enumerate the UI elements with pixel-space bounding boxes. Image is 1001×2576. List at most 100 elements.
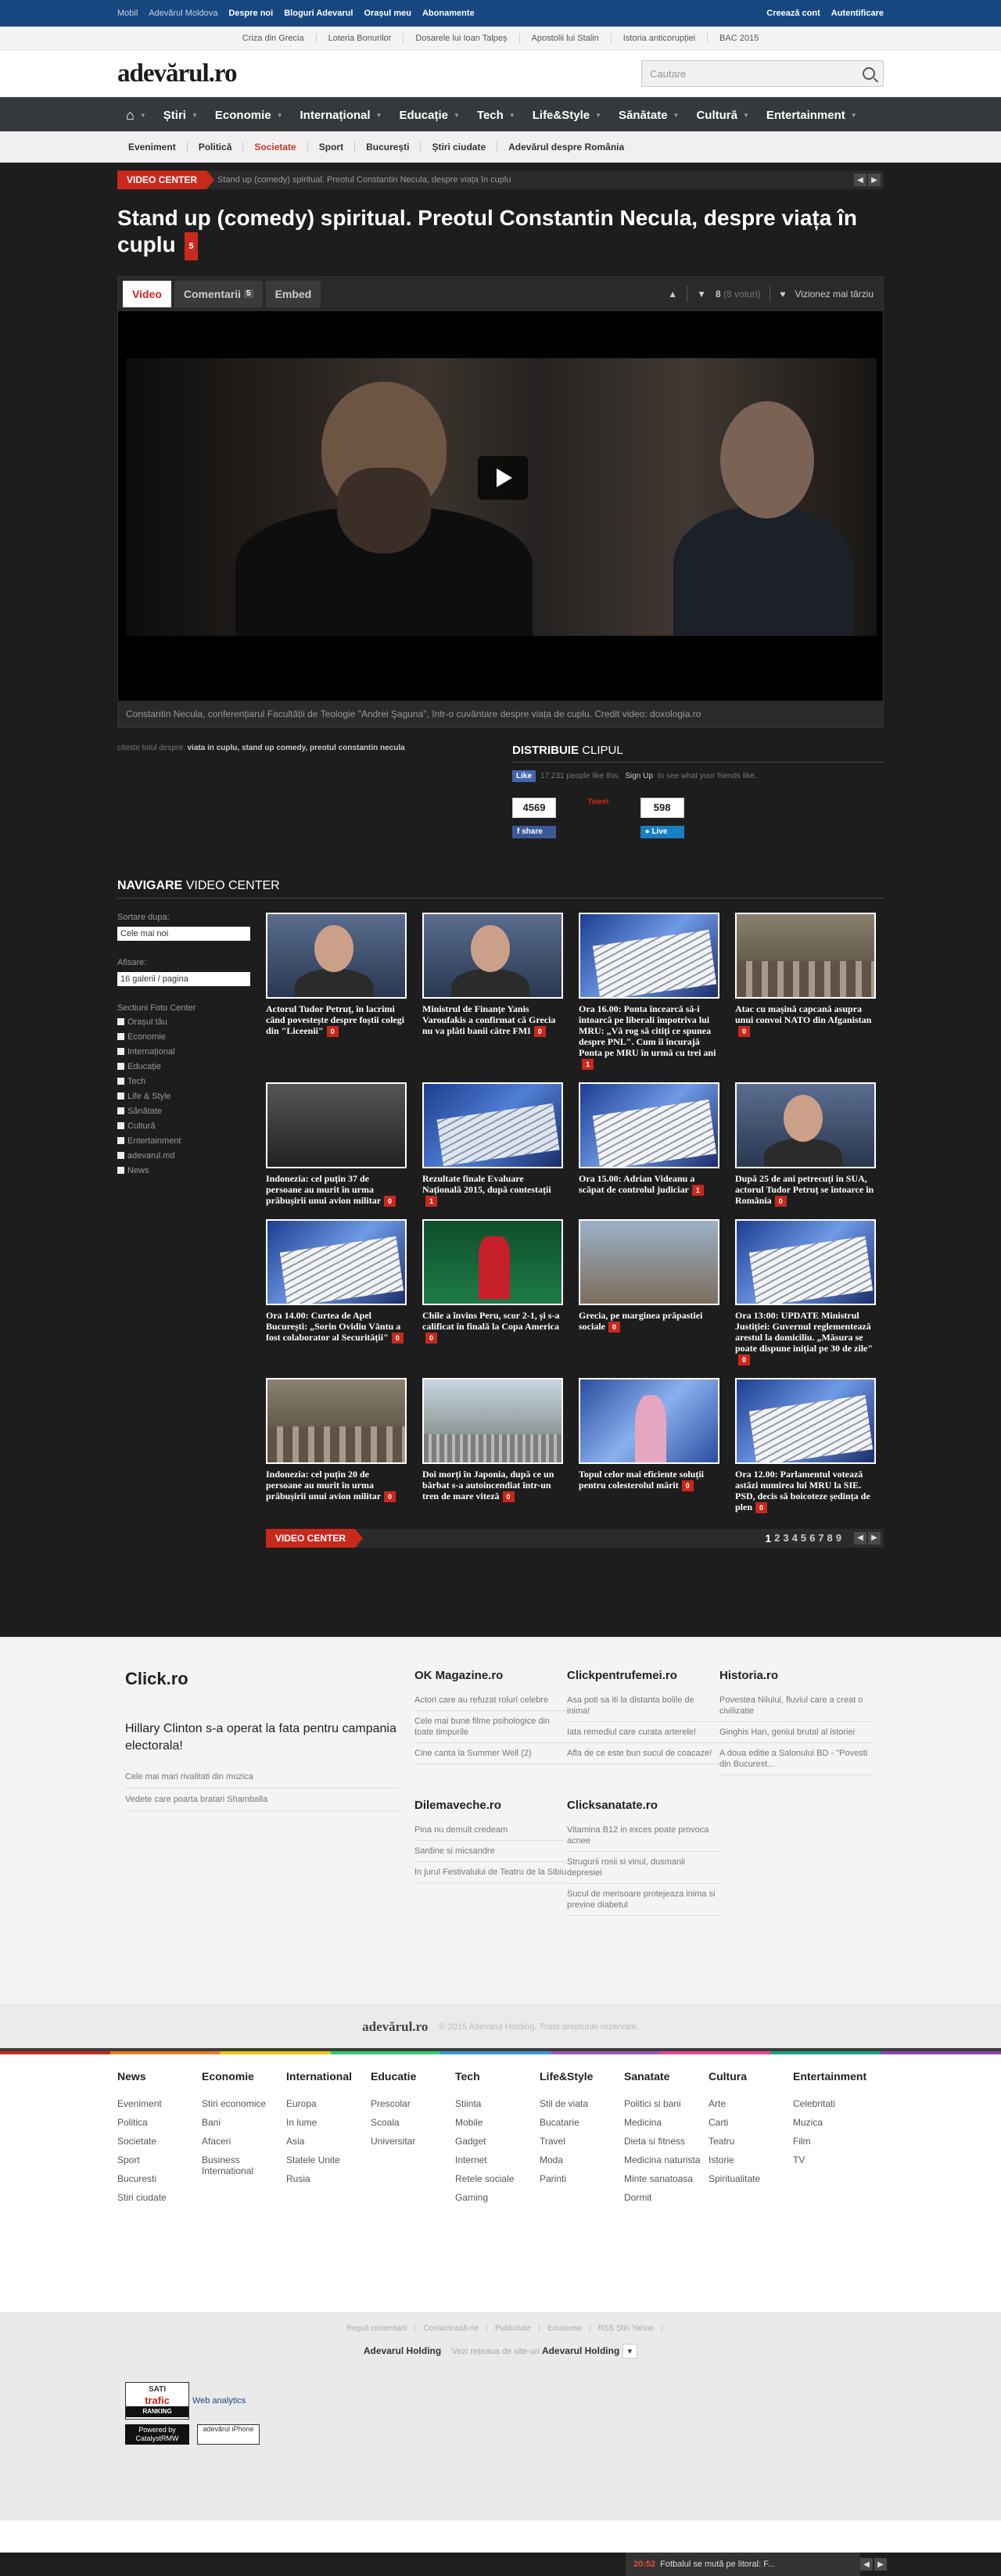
page-link[interactable]: 7 [818, 1532, 823, 1545]
checkbox[interactable] [117, 1078, 124, 1085]
video-center-label[interactable]: VIDEO CENTER [117, 170, 215, 189]
video-card[interactable]: După 25 de ani petrecuți în SUA, actorul… [735, 1082, 876, 1207]
sitemap-link[interactable]: Muzica [793, 2117, 877, 2128]
trending-link[interactable]: Loteria Bonurilor [317, 34, 404, 43]
checkbox[interactable] [117, 1137, 124, 1145]
fb-share-button[interactable]: f share [512, 825, 556, 838]
partner-link[interactable]: Sardine si micsandre [414, 1841, 567, 1862]
partner-link[interactable]: In jurul Festivalului de Teatru de la Si… [414, 1862, 567, 1883]
checkbox[interactable] [117, 1167, 124, 1175]
sitemap-link[interactable]: Parinti [540, 2173, 624, 2184]
sitemap-heading[interactable]: Economie [202, 2070, 286, 2083]
partner-site-title[interactable]: Historia.ro [719, 1669, 872, 1682]
partner-link[interactable]: Iata remediul care curata arterele! [567, 1722, 719, 1743]
video-thumbnail[interactable] [579, 1218, 719, 1305]
sitemap-link[interactable]: Bucatarie [540, 2117, 624, 2128]
heart-icon[interactable]: ♥ [780, 289, 785, 300]
video-thumbnail[interactable] [266, 1082, 407, 1168]
tags-list[interactable]: viata in cuplu, stand up comedy, preotul… [188, 744, 405, 752]
video-title[interactable]: Ora 13:00: UPDATE Ministrul Justiției: G… [735, 1310, 876, 1365]
video-card[interactable]: Topul celor mai eficiente soluții pentru… [579, 1377, 719, 1513]
video-thumbnail[interactable] [266, 1377, 407, 1464]
video-thumbnail[interactable] [422, 1082, 563, 1168]
video-card[interactable]: Doi morți în Japonia, după ce un bărbat … [422, 1377, 563, 1513]
sitemap-link[interactable]: Celebritati [793, 2098, 877, 2109]
nav-item[interactable]: Știri ▼ [155, 109, 206, 122]
video-card[interactable]: Grecia, pe marginea prăpastiei sociale 0 [579, 1218, 719, 1365]
live-share-button[interactable]: ● Live [640, 825, 684, 838]
checkbox[interactable] [117, 1018, 124, 1026]
sitemap-link[interactable]: Bucuresti [117, 2173, 202, 2184]
section-filter[interactable]: News [117, 1166, 250, 1175]
site-logo[interactable]: adevărul.ro [117, 59, 237, 88]
checkbox[interactable] [117, 1063, 124, 1071]
comment-count-badge[interactable]: 0 [738, 1025, 751, 1037]
partner-link[interactable]: Povestea Nilului, fluviul care a creat o… [719, 1690, 872, 1722]
video-thumbnail[interactable] [266, 1218, 407, 1305]
sitemap-link[interactable]: Arte [709, 2098, 793, 2109]
search-input[interactable]: Cautare [641, 60, 884, 87]
video-card[interactable]: Actorul Tudor Petruț, în lacrimi când po… [266, 912, 407, 1070]
page-link[interactable]: 9 [836, 1532, 841, 1545]
video-card[interactable]: Ora 12.00: Parlamentul votează astăzi nu… [735, 1377, 876, 1513]
video-title[interactable]: După 25 de ani petrecuți în SUA, actorul… [735, 1173, 876, 1207]
sitemap-link[interactable]: Rusia [286, 2173, 371, 2184]
video-title[interactable]: Indonezia: cel puțin 20 de persoane au m… [266, 1469, 407, 1502]
sitemap-link[interactable]: Sport [117, 2154, 202, 2165]
sitemap-link[interactable]: Mobile [455, 2117, 540, 2128]
sitemap-link[interactable]: Stiri economice [202, 2098, 286, 2109]
section-filter[interactable]: Orașul tău [117, 1017, 250, 1027]
video-title[interactable]: Actorul Tudor Petruț, în lacrimi când po… [266, 1003, 407, 1037]
video-thumbnail[interactable] [735, 1082, 876, 1168]
prev-arrow-icon[interactable]: ◀ [854, 174, 866, 186]
thumbs-down-icon[interactable]: ▼ [697, 289, 706, 300]
footer-link[interactable]: Ecuscrew [540, 2324, 590, 2333]
video-title[interactable]: Ora 14.00: Curtea de Apel București: „So… [266, 1310, 407, 1344]
sitemap-heading[interactable]: Sanatate [624, 2070, 709, 2083]
nav-item[interactable]: Sănătate ▼ [610, 109, 687, 122]
subnav-item[interactable]: Adevărul despre România [497, 142, 635, 152]
sitemap-link[interactable]: In lume [286, 2117, 371, 2128]
subnav-item[interactable]: Eveniment [117, 142, 188, 152]
video-title[interactable]: Ora 15.00: Adrian Videanu a scăpat de co… [579, 1173, 719, 1196]
fb-like-button[interactable]: Like [512, 770, 536, 782]
trending-link[interactable]: Dosarele lui Ioan Talpeș [404, 34, 520, 43]
video-title[interactable]: Indonezia: cel puțin 37 de persoane au m… [266, 1173, 407, 1207]
checkbox[interactable] [117, 1122, 124, 1130]
video-card[interactable]: Atac cu mașină capcană asupra unui convo… [735, 912, 876, 1070]
checkbox[interactable] [117, 1107, 124, 1115]
subnav-item[interactable]: Știri ciudate [421, 142, 498, 152]
abonamente-link[interactable]: Abonamente [422, 9, 475, 18]
nav-item[interactable]: Internațional ▼ [292, 109, 391, 122]
sitemap-link[interactable]: Business International [202, 2154, 286, 2176]
partner-link[interactable]: Cine canta la Summer Well (2) [414, 1743, 567, 1764]
sitemap-link[interactable]: Asia [286, 2136, 371, 2147]
video-card[interactable]: Ministrul de Finanțe Yanis Varoufakis a … [422, 912, 563, 1070]
partner-link[interactable]: Asa poti sa iti la distanta bolile de in… [567, 1690, 719, 1722]
video-title[interactable]: Topul celor mai eficiente soluții pentru… [579, 1469, 719, 1491]
sitemap-link[interactable]: Gadget [455, 2136, 540, 2147]
create-account-link[interactable]: Creează cont [766, 9, 820, 18]
sitemap-link[interactable]: Stiri ciudate [117, 2192, 202, 2203]
page-link[interactable]: 8 [827, 1532, 833, 1545]
partner-link[interactable]: A doua editie a Salonului BD - "Povesti … [719, 1743, 872, 1775]
sitemap-link[interactable]: Europa [286, 2098, 371, 2109]
footer-link[interactable]: Publicitate [487, 2324, 540, 2333]
video-thumbnail[interactable] [579, 912, 719, 999]
trending-link[interactable]: Criza din Grecia [231, 34, 317, 43]
holding-select[interactable]: ▾ [622, 2344, 638, 2359]
sitemap-link[interactable]: Bani [202, 2117, 286, 2128]
nav-item[interactable]: Economie ▼ [206, 109, 292, 122]
checkbox[interactable] [117, 1092, 124, 1100]
video-thumbnail[interactable] [422, 1218, 563, 1305]
sitemap-link[interactable]: Spiritualitate [709, 2173, 793, 2184]
partner-site-title[interactable]: Click.ro [125, 1669, 399, 1689]
catalyst-badge[interactable]: Powered by CatalystRMW [125, 2424, 189, 2445]
comment-count-badge[interactable]: 0 [384, 1195, 396, 1207]
comment-count-badge[interactable]: 0 [502, 1491, 515, 1502]
sitemap-link[interactable]: Retele sociale [455, 2173, 540, 2184]
section-filter[interactable]: Cultură [117, 1121, 250, 1131]
video-card[interactable]: Indonezia: cel puțin 37 de persoane au m… [266, 1082, 407, 1207]
sitemap-link[interactable]: Politica [117, 2117, 202, 2128]
web-analytics-link[interactable]: Web analytics [192, 2396, 246, 2406]
